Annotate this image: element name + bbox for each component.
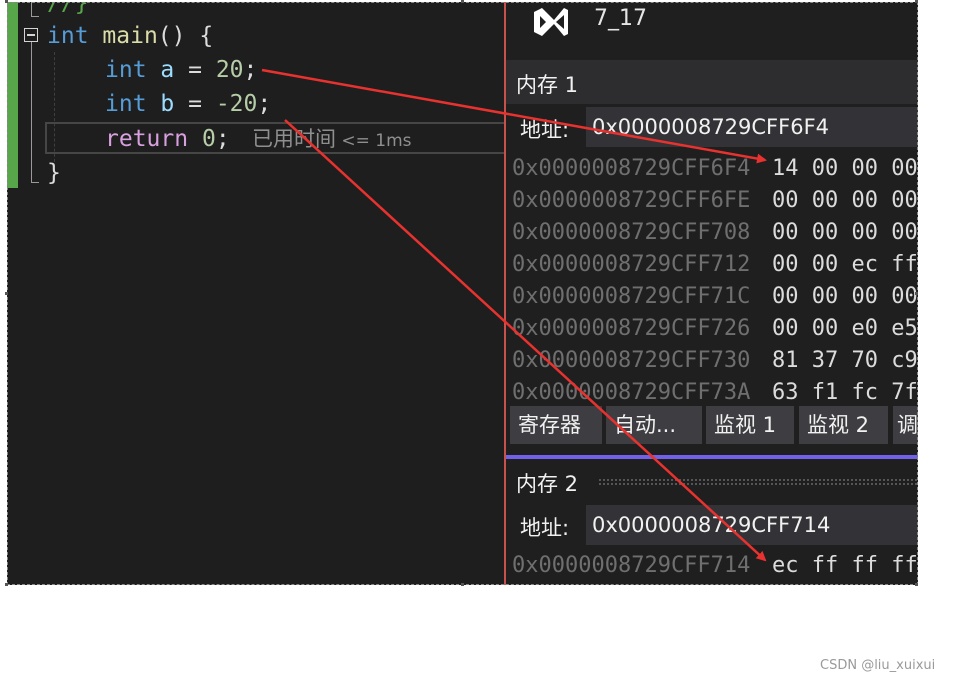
code-punct: () { bbox=[157, 23, 214, 49]
debug-tab-strip: 寄存器 自动... 监视 1 监视 2 调 bbox=[506, 404, 918, 446]
code-line-b[interactable]: int b = -20; bbox=[105, 87, 271, 121]
memory-row-bytes[interactable]: 00 00 00 00 bbox=[772, 217, 918, 249]
indent-guide bbox=[54, 52, 55, 172]
crop-handle[interactable] bbox=[461, 583, 464, 586]
memory-row-address: 0x0000008729CFF726 bbox=[512, 316, 751, 341]
crop-handle[interactable] bbox=[915, 0, 918, 3]
memory2-address-input[interactable]: 0x0000008729CFF714 bbox=[586, 505, 918, 545]
memory-row-bytes[interactable]: 00 00 00 00 bbox=[772, 185, 918, 217]
code-line-return[interactable]: return 0; bbox=[105, 122, 230, 156]
memory-row-bytes[interactable]: ec ff ff ff bbox=[772, 550, 918, 582]
screenshot-area: //} int main() { int a = 20; int b = -20… bbox=[7, 2, 918, 585]
memory1-address-input[interactable]: 0x0000008729CFF6F4 bbox=[586, 107, 918, 147]
memory2-header[interactable]: 内存 2 bbox=[506, 459, 918, 503]
memory1-title: 内存 1 bbox=[516, 73, 579, 97]
tab-debug-more[interactable]: 调 bbox=[893, 406, 918, 444]
crop-handle[interactable] bbox=[5, 292, 8, 295]
memory-row[interactable]: 0x0000008729CFF730 81 37 70 c9 bbox=[512, 345, 918, 377]
memory-row-address: 0x0000008729CFF708 bbox=[512, 220, 751, 245]
memory-row-address: 0x0000008729CFF712 bbox=[512, 252, 751, 277]
change-indicator-bar bbox=[7, 2, 18, 188]
memory-row[interactable]: 0x0000008729CFF71C 00 00 00 00 bbox=[512, 281, 918, 313]
memory-row-address: 0x0000008729CFF730 bbox=[512, 348, 751, 373]
memory-row[interactable]: 0x0000008729CFF712 00 00 ec ff bbox=[512, 249, 918, 281]
tab-watch2[interactable]: 监视 2 bbox=[799, 406, 888, 444]
memory-row[interactable]: 0x0000008729CFF6FE 00 00 00 00 bbox=[512, 185, 918, 217]
code-editor[interactable]: //} int main() { int a = 20; int b = -20… bbox=[7, 2, 515, 585]
memory-row[interactable]: 0x0000008729CFF708 00 00 00 00 bbox=[512, 217, 918, 249]
code-line-main[interactable]: int main() { bbox=[47, 19, 213, 53]
crop-handle[interactable] bbox=[915, 292, 918, 295]
perf-tip[interactable]: 已用时间 <= 1ms bbox=[252, 122, 412, 156]
number-literal: 20 bbox=[215, 57, 244, 83]
memory-row[interactable]: 0x0000008729CFF726 00 00 e0 e5 bbox=[512, 313, 918, 345]
crop-handle[interactable] bbox=[915, 583, 918, 586]
address-label: 地址: bbox=[520, 118, 570, 142]
code-punct: ; bbox=[257, 91, 272, 117]
function-name: main bbox=[102, 23, 158, 49]
outline-line bbox=[31, 16, 39, 17]
code-punct: = bbox=[174, 91, 216, 117]
outline-line bbox=[31, 182, 39, 183]
memory2-title: 内存 2 bbox=[516, 472, 579, 496]
watermark: CSDN @liu_xuixui bbox=[820, 658, 936, 673]
keyword: int bbox=[105, 91, 147, 117]
memory-row-address: 0x0000008729CFF6F4 bbox=[512, 156, 751, 181]
visual-studio-icon bbox=[534, 8, 568, 36]
debug-panels: 7_17 内存 1 地址: 0x0000008729CFF6F4 0x00000… bbox=[506, 2, 918, 585]
drag-grip[interactable] bbox=[598, 478, 918, 486]
crop-handle[interactable] bbox=[461, 0, 464, 3]
memory-row-address: 0x0000008729CFF73A bbox=[512, 380, 751, 405]
number-literal: 0 bbox=[201, 126, 216, 152]
number-literal: -20 bbox=[215, 91, 258, 117]
memory2-address-bar: 地址: 0x0000008729CFF714 bbox=[506, 503, 918, 547]
keyword: int bbox=[47, 23, 89, 49]
comment-text: //} bbox=[47, 2, 89, 16]
collapse-icon[interactable] bbox=[24, 28, 38, 42]
keyword: int bbox=[105, 57, 147, 83]
memory-row-address: 0x0000008729CFF71C bbox=[512, 284, 751, 309]
variable-b: b bbox=[160, 91, 175, 117]
code-punct: ; bbox=[243, 57, 258, 83]
outline-line bbox=[31, 42, 32, 182]
crop-handle[interactable] bbox=[5, 0, 8, 3]
crop-handle[interactable] bbox=[5, 583, 8, 586]
code-line-close[interactable]: } bbox=[47, 156, 61, 190]
memory-row-bytes[interactable]: 81 37 70 c9 bbox=[772, 345, 918, 377]
code-punct: = bbox=[174, 57, 216, 83]
tab-registers[interactable]: 寄存器 bbox=[510, 406, 602, 444]
memory-row-bytes[interactable]: 00 00 ec ff bbox=[772, 249, 918, 281]
keyword: return bbox=[105, 126, 189, 152]
title-bar: 7_17 bbox=[506, 2, 918, 50]
code-line-a[interactable]: int a = 20; bbox=[105, 53, 257, 87]
memory-row[interactable]: 0x0000008729CFF714 ec ff ff ff bbox=[512, 550, 918, 582]
memory-row[interactable]: 0x0000008729CFF6F4 14 00 00 00 bbox=[512, 153, 918, 185]
memory-row-address: 0x0000008729CFF714 bbox=[512, 553, 751, 578]
tab-autos[interactable]: 自动... bbox=[606, 406, 702, 444]
code-punct: } bbox=[47, 160, 61, 186]
variable-a: a bbox=[160, 57, 175, 83]
memory-row-bytes[interactable]: 00 00 00 00 bbox=[772, 281, 918, 313]
memory-row-address: 0x0000008729CFF6FE bbox=[512, 188, 751, 213]
perf-tip-value: <= 1ms bbox=[336, 131, 412, 151]
memory1-address-bar: 地址: 0x0000008729CFF6F4 bbox=[506, 105, 918, 149]
outline-line bbox=[31, 2, 32, 16]
perf-tip-label: 已用时间 bbox=[252, 127, 336, 151]
memory1-header[interactable]: 内存 1 bbox=[506, 60, 918, 104]
code-punct: ; bbox=[215, 126, 230, 152]
tab-watch1[interactable]: 监视 1 bbox=[706, 406, 794, 444]
app-title: 7_17 bbox=[594, 6, 647, 31]
address-label: 地址: bbox=[520, 516, 570, 540]
code-line-1[interactable]: //} bbox=[47, 2, 89, 20]
memory-row-bytes[interactable]: 14 00 00 00 bbox=[772, 153, 918, 185]
memory-row-bytes[interactable]: 00 00 e0 e5 bbox=[772, 313, 918, 345]
